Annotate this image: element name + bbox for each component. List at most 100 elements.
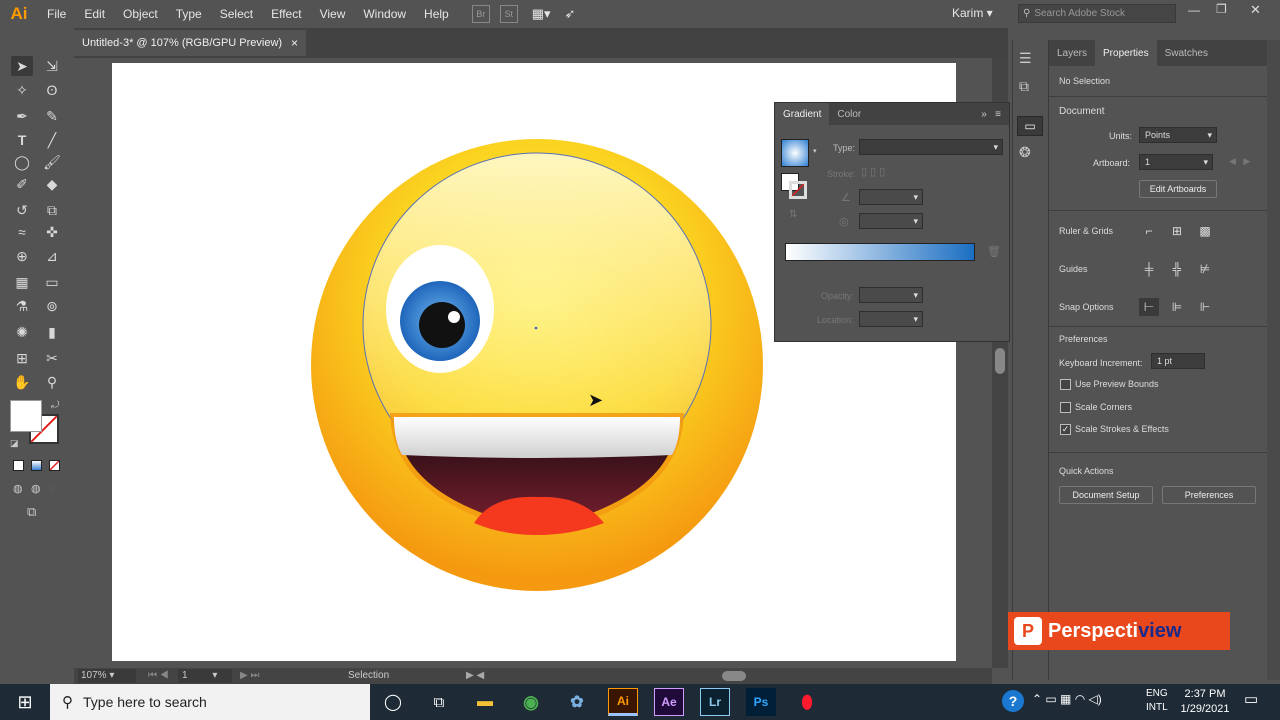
slice-tool-icon[interactable]: ✂ [41,348,63,368]
swap-fill-stroke-icon[interactable]: ⤾ [51,400,59,411]
teeth[interactable] [394,417,680,458]
menu-window[interactable]: Window [354,7,415,21]
bridge-button[interactable]: Br [471,5,490,23]
tab-color[interactable]: Color [829,103,869,125]
color-mode-icon[interactable] [13,460,24,471]
user-menu[interactable]: Karim ▾ [952,6,993,20]
draw-behind-icon[interactable]: ◍ [31,482,41,495]
preferences-button[interactable]: Preferences [1162,486,1256,504]
line-tool-icon[interactable]: ╱ [41,130,63,150]
shape-builder-tool-icon[interactable]: ⊕ [11,246,33,266]
gradient-tool-icon[interactable]: ▭ [41,272,63,292]
opera-icon[interactable]: ⬮ [792,688,822,716]
angle-field[interactable]: ▾ [859,189,923,205]
artboard-nav-prev-icon[interactable]: ⏮ ◀ [148,670,169,681]
tab-gradient[interactable]: Gradient [775,103,830,125]
transparency-grid-icon[interactable]: ▩ [1195,222,1215,240]
gpu-performance-icon[interactable]: ➶ [565,6,576,22]
taskbar-after-effects[interactable]: Ae [654,688,684,716]
menu-select[interactable]: Select [211,7,262,21]
symbol-sprayer-tool-icon[interactable]: ✺ [11,322,33,342]
gradient-mode-icon[interactable] [31,460,42,471]
paintbrush-tool-icon[interactable]: 🖌 [41,152,63,172]
none-mode-icon[interactable] [49,460,60,471]
layers-panel-icon[interactable]: ☰ [1019,50,1032,67]
default-fill-stroke-icon[interactable]: ◪ [10,438,19,449]
puppet-warp-tool-icon[interactable]: ✜ [41,222,63,242]
ruler-icon[interactable]: ⌐ [1139,222,1159,240]
document-tab[interactable]: Untitled-3* @ 107% (RGB/GPU Preview) × [74,30,306,56]
lock-guides-icon[interactable]: ╬ [1167,260,1187,278]
use-preview-bounds-checkbox[interactable] [1060,379,1071,390]
snap-to-grid-icon[interactable]: ⊫ [1167,298,1187,316]
artboards-panel-icon[interactable]: ⧉ [1019,78,1029,95]
curvature-tool-icon[interactable]: ✎ [41,106,63,126]
properties-scrollbar[interactable] [1267,40,1280,680]
opacity-field[interactable]: ▾ [859,287,923,303]
scale-tool-icon[interactable]: ⧉ [41,200,63,220]
zoom-dropdown[interactable]: 107% ▾ [78,669,136,683]
clock[interactable]: 2:37 PM 1/29/2021 [1178,687,1232,717]
gradient-type-dropdown[interactable]: ▾ [859,139,1003,155]
delete-stop-icon[interactable]: 🗑 [987,245,1001,258]
panel-collapse-icon[interactable]: » ≡ [981,109,1001,120]
pen-tool-icon[interactable]: ✒ [11,106,33,126]
perspective-grid-tool-icon[interactable]: ⊿ [41,246,63,266]
help-icon[interactable]: ? [1002,690,1024,712]
minimize-button[interactable]: — [1188,3,1200,17]
hand-tool-icon[interactable]: ✋ [11,372,33,392]
close-tab-icon[interactable]: × [291,36,298,50]
horizontal-scroll-thumb[interactable] [722,671,746,681]
draw-normal-icon[interactable]: ◍ [13,482,23,495]
taskbar-illustrator[interactable]: Ai [608,688,638,716]
shaper-tool-icon[interactable]: ✐ [11,174,33,194]
keyboard-increment-field[interactable]: 1 pt [1151,353,1205,369]
taskbar-lightroom[interactable]: Lr [700,688,730,716]
eraser-tool-icon[interactable]: ◆ [41,174,63,194]
taskbar-photoshop[interactable]: Ps [746,688,776,716]
direct-selection-tool-icon[interactable]: ⇲ [41,56,63,76]
scale-corners-checkbox[interactable] [1060,402,1071,413]
artboard-dropdown[interactable]: 1 ▾ [1139,154,1213,170]
column-graph-tool-icon[interactable]: ▮ [41,322,63,342]
grid-icon[interactable]: ⊞ [1167,222,1187,240]
gradient-fill-swatch[interactable] [781,139,809,167]
location-field[interactable]: ▾ [859,311,923,327]
appearance-panel-icon[interactable]: ❂ [1019,144,1031,161]
tab-swatches[interactable]: Swatches [1157,40,1216,66]
task-view-icon[interactable]: ⧉ [424,688,454,716]
stock-button[interactable]: St [499,5,518,23]
file-explorer-icon[interactable]: ▬ [470,688,500,716]
screen-mode-icon[interactable]: ⧉ [27,504,36,520]
status-menu-arrow-icon[interactable]: ▶ ◀ [466,670,484,681]
close-window-button[interactable]: ✕ [1250,2,1261,18]
eye[interactable] [386,245,494,373]
menu-effect[interactable]: Effect [262,7,310,21]
gradient-slider[interactable] [785,243,975,261]
vertical-scroll-thumb[interactable] [995,348,1005,374]
lasso-tool-icon[interactable]: ʘ [41,80,63,100]
notification-icon[interactable]: ▭ [1244,690,1258,708]
windows-start-icon[interactable]: ⊞ [0,692,50,713]
fill-swatch[interactable] [10,400,42,432]
show-guides-icon[interactable]: ╪ [1139,260,1159,278]
ellipse-tool-icon[interactable]: ◯ [11,152,33,172]
aspect-ratio-field[interactable]: ▾ [859,213,923,229]
menu-type[interactable]: Type [167,7,211,21]
snap-to-point-icon[interactable]: ⊢ [1139,298,1159,316]
selection-tool-icon[interactable]: ➤ [11,56,33,76]
tab-properties[interactable]: Properties [1095,40,1157,66]
edit-artboards-button[interactable]: Edit Artboards [1139,180,1217,198]
search-stock-field[interactable]: ⚲ Search Adobe Stock [1018,4,1176,23]
tray-icons[interactable]: ⌃ ▭ ▦ ◠ ◁) [1032,692,1102,706]
magic-wand-tool-icon[interactable]: ✧ [11,80,33,100]
gradient-stroke-icon[interactable] [789,181,807,199]
gradient-swatch-menu-icon[interactable]: ▾ [813,147,817,155]
artboard-nav-dropdown[interactable]: 1 ▾ [178,669,232,683]
mesh-tool-icon[interactable]: ▦ [11,272,33,292]
davinci-resolve-icon[interactable]: ✿ [562,688,592,716]
units-dropdown[interactable]: Points ▾ [1139,127,1217,143]
chrome-icon[interactable]: ◉ [516,688,546,716]
cortana-icon[interactable]: ◯ [378,688,408,716]
zoom-tool-icon[interactable]: ⚲ [41,372,63,392]
